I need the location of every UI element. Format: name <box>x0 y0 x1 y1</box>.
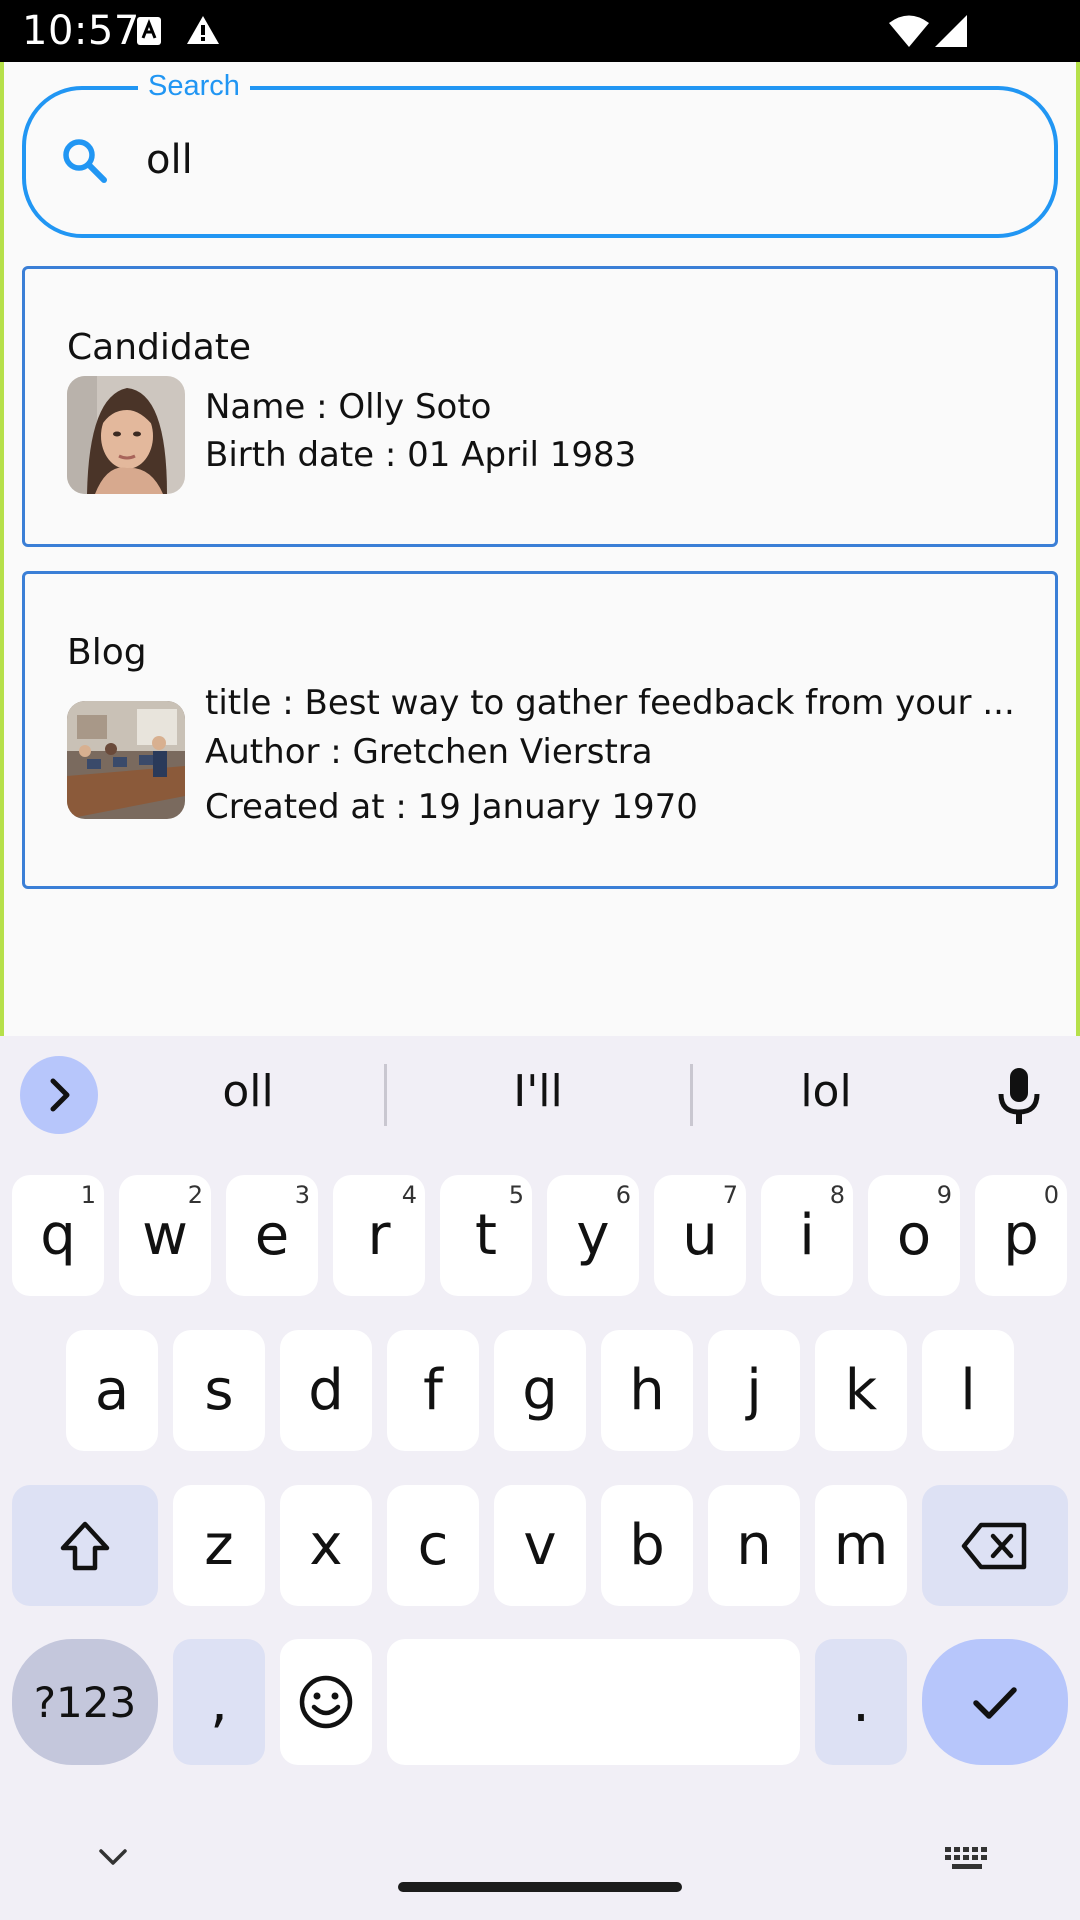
key-j[interactable]: j <box>708 1330 800 1451</box>
symbols-key[interactable]: ?123 <box>12 1639 158 1765</box>
key-e[interactable]: e3 <box>226 1175 318 1296</box>
key-q[interactable]: q1 <box>12 1175 104 1296</box>
key-t[interactable]: t5 <box>440 1175 532 1296</box>
shift-key[interactable] <box>12 1485 158 1606</box>
key-w[interactable]: w2 <box>119 1175 211 1296</box>
key-x[interactable]: x <box>280 1485 372 1606</box>
check-icon <box>973 1687 1017 1719</box>
suggestion-2[interactable]: I'll <box>438 1066 638 1117</box>
soft-keyboard: oll I'll lol q1 w2 e3 r4 t5 y6 u7 i8 o9 … <box>0 1036 1080 1920</box>
suggestion-divider <box>384 1064 387 1126</box>
chevron-right-icon <box>50 1078 70 1112</box>
key-a[interactable]: a <box>66 1330 158 1451</box>
card-title: Blog <box>67 632 147 673</box>
candidate-birth-date: Birth date : 01 April 1983 <box>205 435 637 475</box>
backspace-key[interactable] <box>922 1485 1068 1606</box>
backspace-icon <box>961 1522 1027 1569</box>
blog-thumbnail <box>67 701 185 819</box>
key-m[interactable]: m <box>815 1485 907 1606</box>
home-indicator[interactable] <box>398 1882 682 1892</box>
card-title: Candidate <box>67 327 252 368</box>
candidate-result-card[interactable]: Candidate Name : Olly Soto Birth date : … <box>22 266 1058 547</box>
key-f[interactable]: f <box>387 1330 479 1451</box>
key-p[interactable]: p0 <box>975 1175 1067 1296</box>
key-d[interactable]: d <box>280 1330 372 1451</box>
shift-icon <box>60 1521 110 1570</box>
expand-suggestions-button[interactable] <box>20 1056 98 1134</box>
cellular-icon <box>935 15 967 47</box>
status-bar: 10:57 <box>0 0 1080 62</box>
key-i[interactable]: i8 <box>761 1175 853 1296</box>
key-s[interactable]: s <box>173 1330 265 1451</box>
key-r[interactable]: r4 <box>333 1175 425 1296</box>
suggestion-3[interactable]: lol <box>726 1066 926 1117</box>
key-b[interactable]: b <box>601 1485 693 1606</box>
suggestion-divider <box>690 1064 693 1126</box>
period-key[interactable]: . <box>815 1639 907 1765</box>
blog-author: Author : Gretchen Vierstra <box>205 732 653 772</box>
key-h[interactable]: h <box>601 1330 693 1451</box>
blog-result-card[interactable]: Blog title : Best way to gather feedback… <box>22 571 1058 889</box>
key-y[interactable]: y6 <box>547 1175 639 1296</box>
search-label: Search <box>138 68 250 104</box>
key-k[interactable]: k <box>815 1330 907 1451</box>
key-c[interactable]: c <box>387 1485 479 1606</box>
key-g[interactable]: g <box>494 1330 586 1451</box>
text-notification-icon <box>137 17 161 45</box>
emoji-icon <box>299 1675 353 1729</box>
hide-keyboard-icon[interactable] <box>96 1840 130 1874</box>
enter-key[interactable] <box>922 1639 1068 1765</box>
status-time: 10:57 <box>22 8 140 54</box>
key-l[interactable]: l <box>922 1330 1014 1451</box>
candidate-avatar <box>67 376 185 494</box>
microphone-icon[interactable] <box>994 1066 1044 1126</box>
wifi-icon <box>889 15 929 47</box>
key-z[interactable]: z <box>173 1485 265 1606</box>
candidate-name: Name : Olly Soto <box>205 387 492 427</box>
suggestion-1[interactable]: oll <box>150 1066 346 1117</box>
blog-post-title: title : Best way to gather feedback from… <box>205 683 1015 723</box>
key-n[interactable]: n <box>708 1485 800 1606</box>
key-v[interactable]: v <box>494 1485 586 1606</box>
search-icon <box>63 139 107 183</box>
comma-key[interactable]: , <box>173 1639 265 1765</box>
space-key[interactable] <box>387 1639 800 1765</box>
search-input[interactable] <box>146 128 1006 192</box>
key-u[interactable]: u7 <box>654 1175 746 1296</box>
keyboard-switch-icon[interactable] <box>944 1846 992 1872</box>
emoji-key[interactable] <box>280 1639 372 1765</box>
warning-icon <box>187 16 219 44</box>
blog-created-at: Created at : 19 January 1970 <box>205 787 698 827</box>
key-o[interactable]: o9 <box>868 1175 960 1296</box>
